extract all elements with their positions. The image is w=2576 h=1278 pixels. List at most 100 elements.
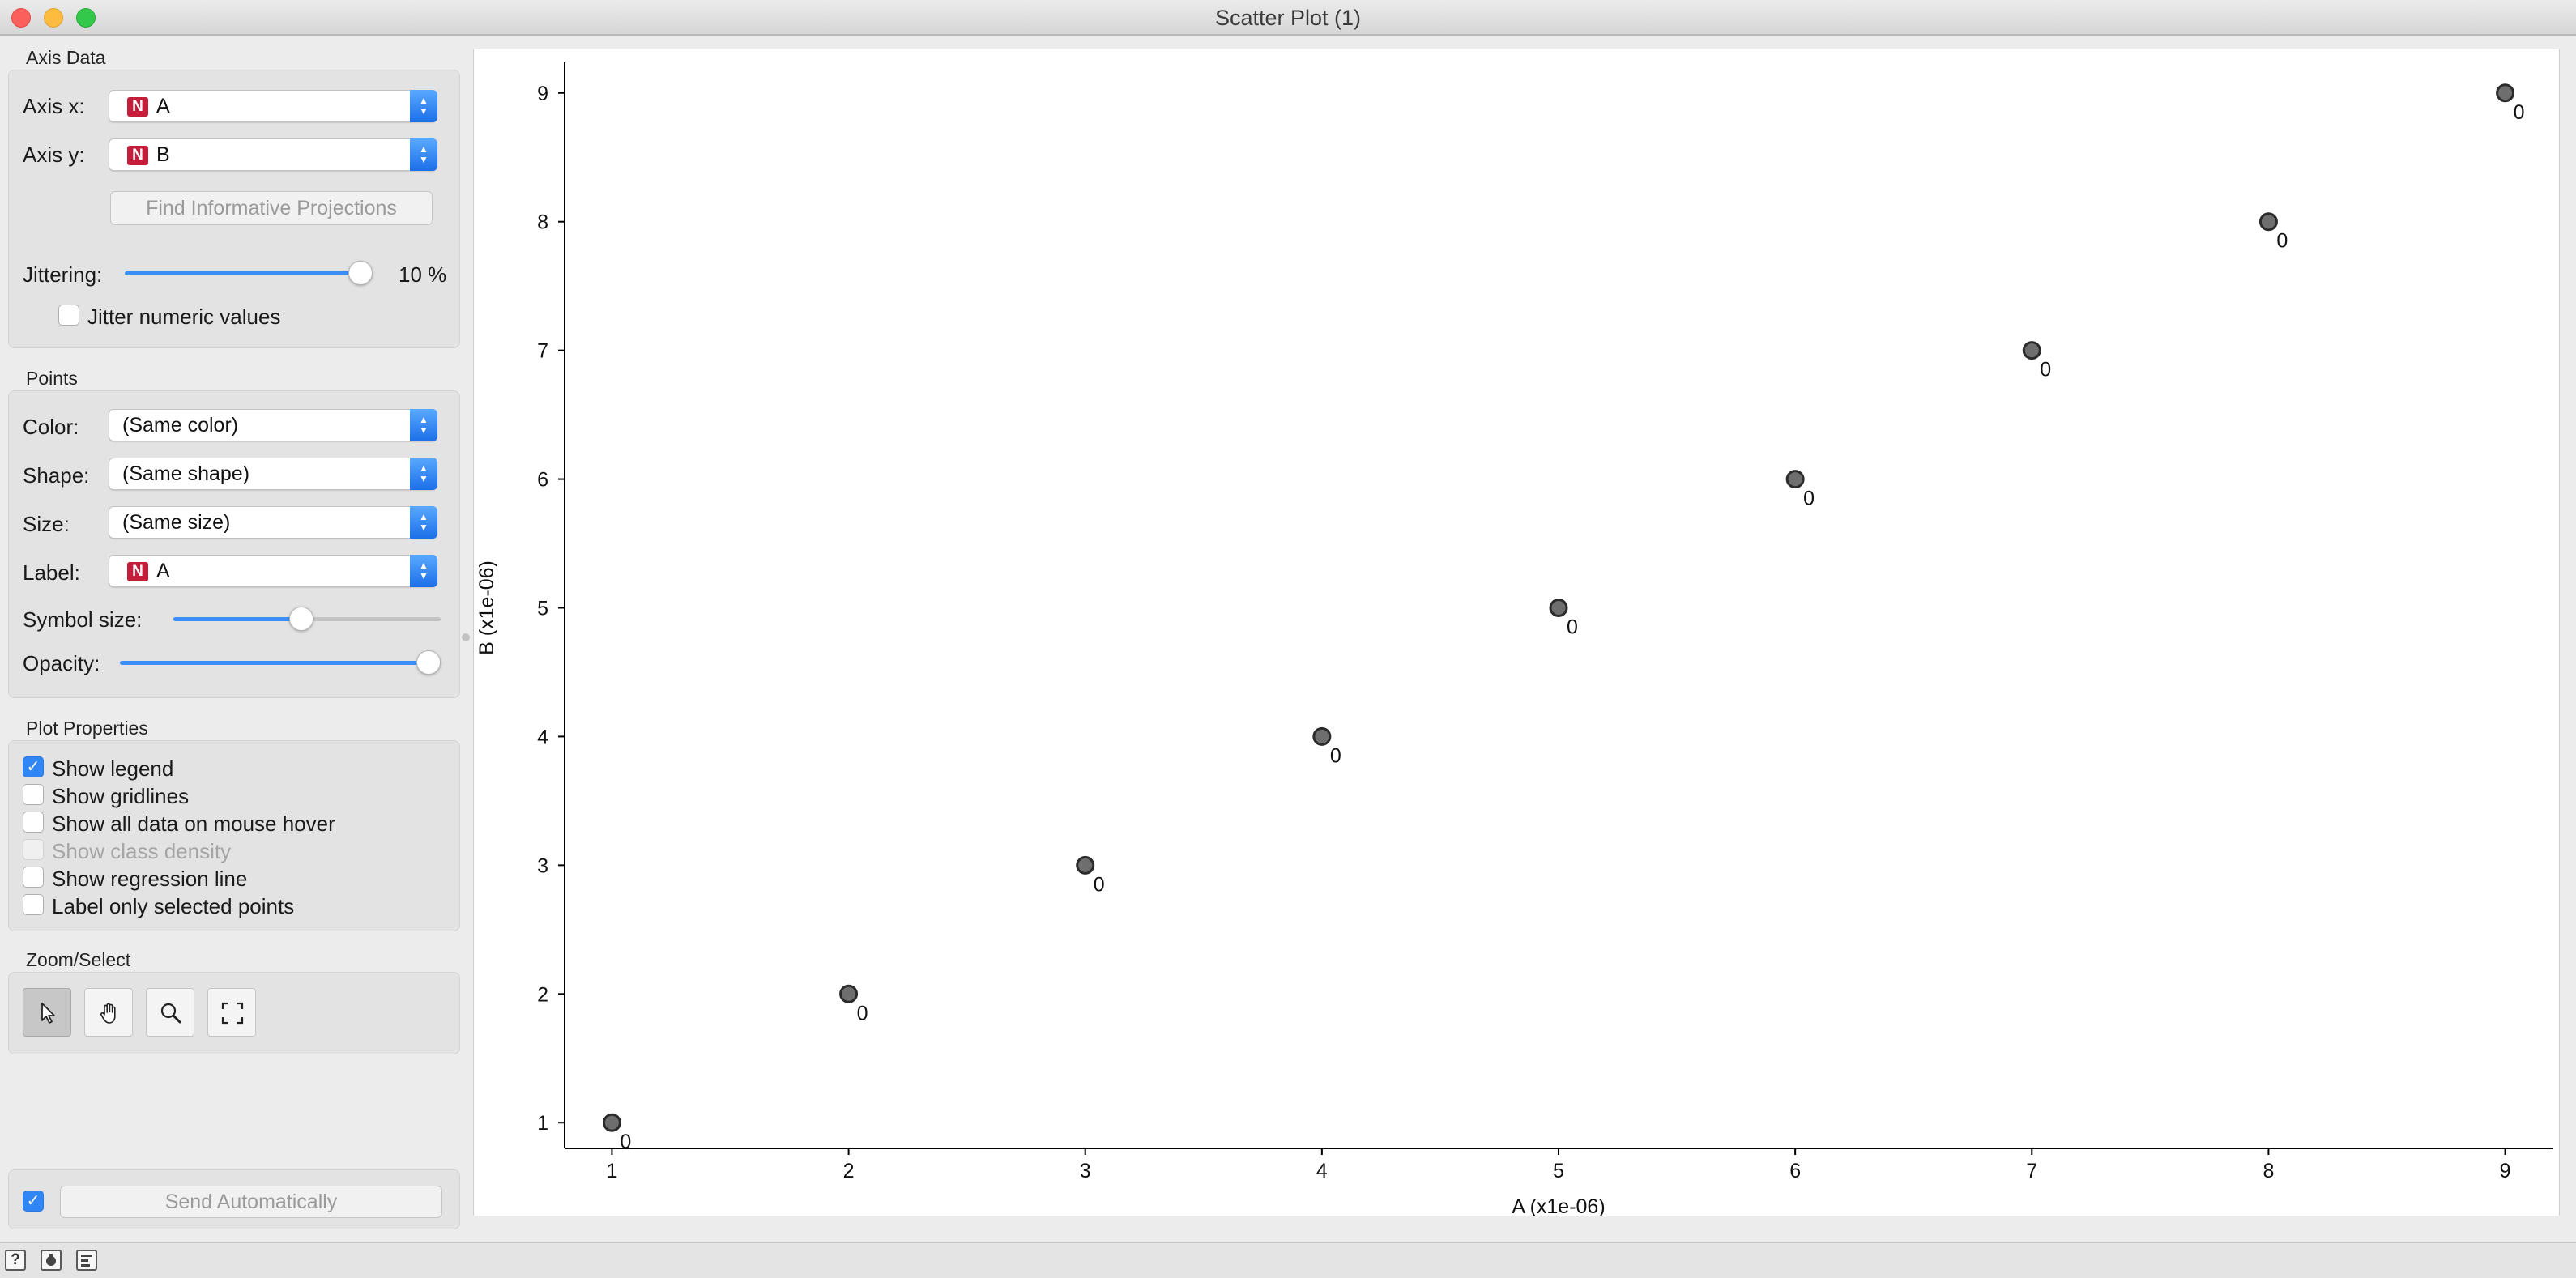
- scatter-point[interactable]: [1312, 726, 1332, 746]
- reset-zoom-icon: [221, 1002, 244, 1025]
- combo-arrows-icon: ▲ ▼: [410, 506, 437, 539]
- show-gridlines-checkbox[interactable]: [23, 784, 44, 805]
- size-value: (Same size): [122, 511, 231, 534]
- report-icon[interactable]: [41, 1250, 62, 1271]
- combo-arrows-icon: ▲ ▼: [410, 90, 437, 122]
- y-tick-label: 3: [537, 854, 548, 877]
- axis-x-combo[interactable]: N A ▲ ▼: [109, 90, 437, 122]
- point-label: 0: [1803, 488, 1815, 510]
- zoom-icon: [160, 1003, 181, 1024]
- scatter-point[interactable]: [2022, 341, 2041, 360]
- select-tool-button[interactable]: [23, 988, 71, 1037]
- x-axis-label: A (x1e-06): [1512, 1195, 1605, 1216]
- label-combo[interactable]: N A ▲ ▼: [109, 555, 437, 587]
- show-regression-line-label: Show regression line: [52, 867, 248, 891]
- axis-x-label: Axis x:: [23, 94, 85, 118]
- scatter-plot-chart[interactable]: 1 2 3 4 5 6 7 8 9 1 2 3 4 5 6 7 8 9 A (x1e-06) B (x1e-06) 0 0…: [474, 49, 2559, 1218]
- color-value: (Same color): [122, 414, 239, 437]
- show-legend-label: Show legend: [52, 756, 174, 781]
- point-label: 0: [620, 1131, 631, 1153]
- combo-arrows-icon: ▲ ▼: [410, 555, 437, 587]
- scatter-plot-area[interactable]: 1 2 3 4 5 6 7 8 9 1 2 3 4 5 6 7 8 9 A (x1e-06) B (x1e-06) 0 0…: [473, 49, 2560, 1218]
- size-label: Size:: [23, 512, 70, 536]
- jittering-slider-thumb[interactable]: [348, 261, 373, 285]
- numeric-variable-icon: N: [127, 562, 148, 581]
- shape-label: Shape:: [23, 463, 90, 488]
- symbol-size-label: Symbol size:: [23, 607, 143, 632]
- output-icon-glyph: [81, 1255, 92, 1267]
- y-tick-label: 6: [537, 469, 548, 492]
- show-legend-checkbox[interactable]: ✓: [23, 756, 44, 777]
- y-tick-label: 8: [537, 211, 548, 234]
- scatter-point[interactable]: [2258, 212, 2278, 232]
- scatter-point[interactable]: [602, 1113, 621, 1132]
- scatter-point[interactable]: [1549, 599, 1568, 617]
- y-axis-label: B (x1e-06): [476, 560, 498, 655]
- numeric-variable-icon: N: [127, 146, 148, 165]
- opacity-slider-thumb[interactable]: [416, 650, 441, 675]
- numeric-variable-icon: N: [127, 97, 148, 117]
- opacity-slider-fill: [120, 661, 441, 665]
- show-regression-line-checkbox[interactable]: [23, 867, 44, 888]
- shape-value: (Same shape): [122, 462, 250, 485]
- point-label: 0: [2276, 230, 2288, 253]
- show-all-data-hover-label: Show all data on mouse hover: [52, 812, 335, 836]
- jitter-numeric-label: Jitter numeric values: [87, 305, 281, 329]
- combo-arrows-icon: ▲ ▼: [410, 458, 437, 490]
- y-tick-label: 4: [537, 726, 548, 748]
- opacity-slider[interactable]: [120, 650, 441, 675]
- find-informative-projections-button[interactable]: Find Informative Projections: [110, 191, 433, 225]
- label-label: Label:: [23, 560, 80, 585]
- send-automatically-button[interactable]: Send Automatically: [60, 1186, 442, 1218]
- opacity-label: Opacity:: [23, 651, 100, 675]
- label-value: A: [156, 560, 170, 582]
- x-tick-label: 2: [843, 1160, 855, 1182]
- zoom-tool-button[interactable]: [146, 988, 194, 1037]
- report-icon-glyph: [46, 1254, 56, 1266]
- title-bar: Scatter Plot (1): [0, 0, 2576, 36]
- shape-combo[interactable]: (Same shape) ▲ ▼: [109, 458, 437, 490]
- help-icon[interactable]: ?: [5, 1250, 26, 1271]
- close-window-button[interactable]: [11, 8, 31, 28]
- jittering-slider[interactable]: [125, 261, 373, 285]
- jitter-numeric-checkbox[interactable]: [58, 305, 79, 326]
- axis-y-combo[interactable]: N B ▲ ▼: [109, 138, 437, 171]
- scatter-point[interactable]: [2496, 83, 2515, 103]
- show-class-density-label: Show class density: [52, 839, 232, 863]
- combo-arrows-icon: ▲ ▼: [410, 409, 437, 441]
- points-title: Points: [26, 368, 78, 389]
- scatter-point[interactable]: [1785, 470, 1805, 489]
- show-all-data-hover-checkbox[interactable]: [23, 812, 44, 833]
- y-tick-label: 7: [537, 340, 548, 363]
- minimize-window-button[interactable]: [44, 8, 63, 28]
- show-gridlines-label: Show gridlines: [52, 784, 190, 808]
- x-tick-label: 6: [1789, 1160, 1801, 1182]
- jittering-slider-fill: [125, 271, 373, 275]
- send-automatically-checkbox[interactable]: ✓: [23, 1191, 44, 1212]
- x-tick-label: 5: [1553, 1160, 1564, 1182]
- scatter-point[interactable]: [839, 984, 859, 1003]
- label-only-selected-checkbox[interactable]: [23, 894, 44, 915]
- jittering-label: Jittering:: [23, 262, 103, 287]
- point-label: 0: [1567, 616, 1578, 639]
- plot-properties-title: Plot Properties: [26, 718, 148, 739]
- color-combo[interactable]: (Same color) ▲ ▼: [109, 409, 437, 441]
- axis-x-value: A: [156, 95, 170, 117]
- x-tick-label: 3: [1080, 1160, 1091, 1182]
- pan-tool-button[interactable]: [84, 988, 133, 1037]
- x-tick-label: 1: [606, 1160, 617, 1182]
- select-icon: [41, 1003, 55, 1024]
- output-icon[interactable]: [76, 1250, 97, 1271]
- zoom-window-button[interactable]: [76, 8, 96, 28]
- x-tick-label: 9: [2500, 1160, 2511, 1182]
- symbol-size-slider[interactable]: [173, 607, 441, 631]
- status-bar: [0, 1242, 2576, 1278]
- splitter-handle[interactable]: [462, 633, 470, 641]
- y-tick-label: 1: [537, 1112, 548, 1135]
- x-tick-label: 7: [2026, 1160, 2037, 1182]
- axis-y-value: B: [156, 143, 170, 166]
- x-tick-label: 8: [2263, 1160, 2274, 1182]
- reset-zoom-button[interactable]: [207, 988, 256, 1037]
- scatter-point[interactable]: [1076, 855, 1095, 875]
- size-combo[interactable]: (Same size) ▲ ▼: [109, 506, 437, 539]
